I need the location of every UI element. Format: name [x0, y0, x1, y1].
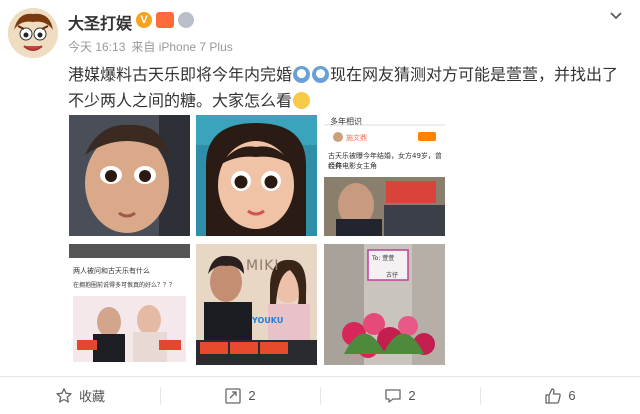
post-source: 来自 iPhone 7 Plus: [131, 40, 233, 54]
image-4-line-2: 在拥抱圈前说得多可恨真的好么？？？: [73, 282, 176, 289]
like-count: 6: [568, 388, 576, 403]
image-5-brand: MIKI: [246, 258, 280, 274]
repost-button[interactable]: 2: [160, 377, 320, 414]
image-3[interactable]: 多年相识 施文鼎 古天乐被曝今年结婚，女方49岁，曾合作 经典电影女主角: [324, 115, 445, 236]
comment-count: 2: [408, 388, 416, 403]
post-time[interactable]: 今天 16:13: [68, 40, 125, 54]
author-badges: V: [136, 12, 194, 28]
image-1[interactable]: [69, 115, 190, 236]
image-6-card-to: To: 萱萱: [372, 255, 395, 262]
chevron-down-icon[interactable]: [608, 8, 624, 24]
surprised-face-icon: [312, 66, 330, 83]
surprised-face-icon: [293, 66, 311, 83]
repost-count: 2: [248, 388, 256, 403]
thumbs-up-icon: [545, 387, 562, 404]
comment-icon: [385, 388, 402, 403]
image-6[interactable]: To: 萱萱 古仔: [324, 244, 445, 365]
verified-v-icon: V: [136, 12, 152, 28]
image-4-line-1: 两人被问和古天乐有什么: [73, 267, 150, 275]
favorite-button[interactable]: 收藏: [0, 377, 160, 414]
comment-button[interactable]: 2: [320, 377, 480, 414]
author-name[interactable]: 大圣打娱: [68, 10, 132, 34]
image-6-card-sign: 古仔: [386, 272, 399, 279]
thinking-face-icon: [293, 92, 311, 109]
like-button[interactable]: 6: [480, 377, 640, 414]
post-text: 港媒爆料古天乐即将今年内完婚 现在网友猜测对方可能是萱萱，并找出了不少两人之间的糖…: [68, 63, 628, 115]
action-bar: 收藏 2 2 6: [0, 377, 640, 414]
favorite-label: 收藏: [78, 389, 105, 404]
image-2[interactable]: [196, 115, 317, 236]
star-icon: [56, 387, 72, 403]
vip-level-icon: [156, 12, 174, 28]
repost-icon: [225, 387, 242, 404]
image-grid: 多年相识 施文鼎 古天乐被曝今年结婚，女方49岁，曾合作 经典电影女主角 两人被…: [69, 115, 445, 366]
medal-icon: [178, 12, 194, 28]
image-5-logo: YOUKU: [252, 316, 284, 325]
image-3-username: 施文鼎: [346, 134, 367, 142]
image-3-line-2: 经典电影女主角: [328, 162, 377, 170]
image-4[interactable]: 两人被问和古天乐有什么 在拥抱圈前说得多可恨真的好么？？？: [69, 244, 190, 365]
post-text-part-1: 港媒爆料古天乐即将今年内完婚: [68, 67, 293, 84]
image-3-title: 多年相识: [330, 117, 362, 126]
post-meta: 今天 16:13 来自 iPhone 7 Plus: [68, 38, 239, 55]
avatar[interactable]: [8, 8, 58, 58]
image-5[interactable]: MIKI YOUKU: [196, 244, 317, 365]
